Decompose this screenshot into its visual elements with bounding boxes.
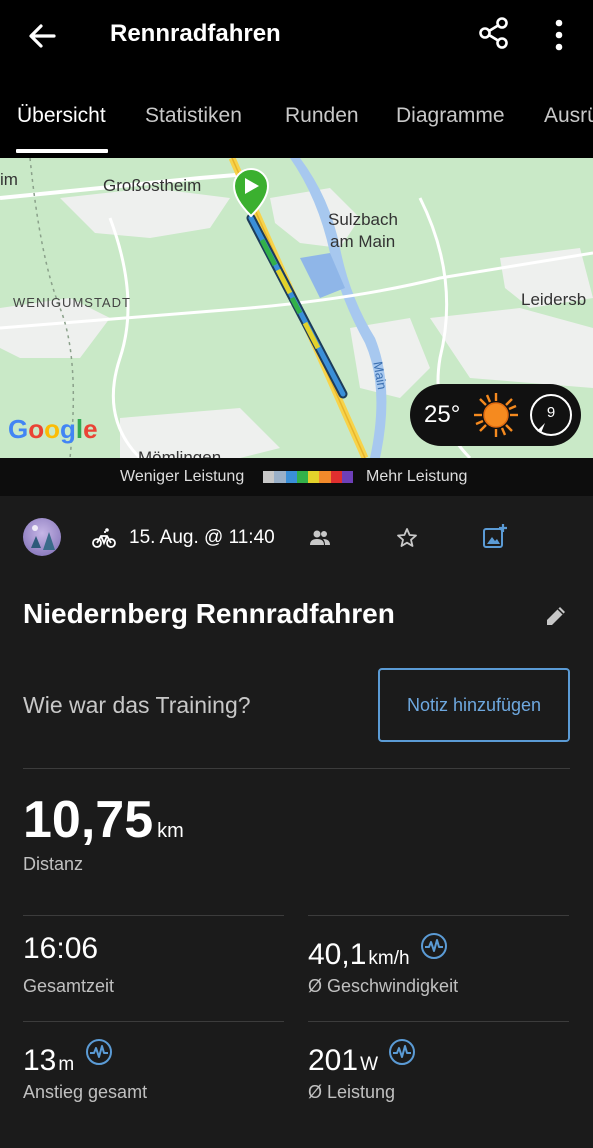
ascent-value: 13 (23, 1044, 57, 1077)
tab-equipment[interactable]: Ausrü (544, 104, 593, 128)
map-label-am-main: am Main (330, 232, 396, 251)
people-icon[interactable] (309, 527, 331, 549)
pulse-chart-icon[interactable] (420, 932, 448, 960)
divider (23, 915, 284, 916)
distance-label: Distanz (23, 854, 84, 874)
distance-unit: km (157, 820, 184, 842)
tab-overview[interactable]: Übersicht (17, 104, 106, 128)
activity-title: Niedernberg Rennradfahren (23, 598, 395, 629)
divider (23, 768, 570, 769)
legend-more-power: Mehr Leistung (366, 468, 468, 485)
tab-charts[interactable]: Diagramme (396, 104, 505, 128)
stat-ascent[interactable]: 13 m Anstieg gesamt (23, 1038, 147, 1102)
pulse-chart-icon[interactable] (388, 1038, 416, 1066)
divider (23, 1021, 284, 1022)
total-time-label: Gesamtzeit (23, 976, 115, 996)
edit-pencil-icon[interactable] (543, 603, 569, 629)
legend-color-swatch (296, 471, 308, 483)
activity-meta-row: 15. Aug. @ 11:40 (0, 510, 593, 566)
legend-color-bar (263, 471, 353, 483)
map-label-leidersbach: Leidersb (521, 290, 587, 309)
legend-color-swatch (330, 471, 342, 483)
weather-temperature: 25° (424, 401, 461, 428)
avg-speed-label: Ø Geschwindigkeit (308, 976, 459, 996)
divider (308, 915, 569, 916)
map-label-sulzbach: Sulzbach (328, 210, 398, 229)
sun-icon (474, 393, 518, 437)
avg-speed-unit: km/h (368, 948, 410, 969)
more-options-icon[interactable] (546, 15, 572, 55)
back-arrow-icon[interactable] (24, 18, 60, 54)
stat-avg-speed[interactable]: 40,1 km/h Ø Geschwindigkeit (308, 932, 458, 996)
add-photo-icon[interactable] (482, 523, 508, 549)
star-icon[interactable] (395, 526, 419, 550)
map-label-moemlingen: Mömlingen (138, 448, 222, 458)
avg-power-label: Ø Leistung (308, 1082, 396, 1102)
legend-color-swatch (308, 471, 320, 483)
legend-less-power: Weniger Leistung (120, 468, 245, 485)
route-map[interactable]: im Großostheim Sulzbach am Main WENIGUMS… (0, 158, 593, 458)
ascent-label: Anstieg gesamt (23, 1082, 148, 1102)
google-logo: Google (8, 414, 98, 444)
map-label-im: im (0, 170, 18, 189)
training-feedback-question: Wie war das Training? (23, 692, 251, 718)
stat-total-time: 16:06 Gesamtzeit (23, 932, 114, 996)
tab-active-indicator (16, 149, 108, 153)
map-label-wenigumstadt: WENIGUMSTADT (13, 295, 131, 310)
legend-color-swatch (341, 471, 353, 483)
legend-color-swatch (274, 471, 286, 483)
add-note-button[interactable]: Notiz hinzufügen (378, 668, 570, 742)
avg-power-value: 201 (308, 1044, 359, 1077)
avg-speed-value: 40,1 (308, 938, 367, 971)
share-icon[interactable] (476, 15, 512, 51)
legend-color-swatch (285, 471, 297, 483)
bike-icon (92, 528, 116, 548)
wind-speed: 9 (546, 404, 556, 421)
tab-bar: Übersicht Statistiken Runden Diagramme A… (0, 70, 593, 158)
weather-badge: 25° 9 (410, 384, 581, 446)
stat-distance: 10,75 km Distanz (23, 790, 184, 874)
ascent-unit: m (58, 1054, 75, 1075)
avg-power-unit: W (360, 1054, 378, 1075)
legend-color-swatch (319, 471, 331, 483)
stat-avg-power[interactable]: 201 W Ø Leistung (308, 1038, 416, 1102)
tab-laps[interactable]: Runden (285, 104, 359, 128)
legend-color-swatch (263, 471, 275, 483)
page-title: Rennradfahren (110, 20, 281, 47)
power-legend: Weniger Leistung Mehr Leistung (0, 458, 593, 496)
activity-date: 15. Aug. @ 11:40 (129, 527, 275, 548)
map-label-grossostheim: Großostheim (103, 176, 202, 195)
pulse-chart-icon[interactable] (85, 1038, 113, 1066)
avatar[interactable] (23, 518, 61, 556)
tab-statistics[interactable]: Statistiken (145, 104, 242, 128)
total-time-value: 16:06 (23, 932, 99, 965)
distance-value: 10,75 (23, 791, 154, 849)
divider (308, 1021, 569, 1022)
app-bar: Rennradfahren (0, 0, 593, 70)
